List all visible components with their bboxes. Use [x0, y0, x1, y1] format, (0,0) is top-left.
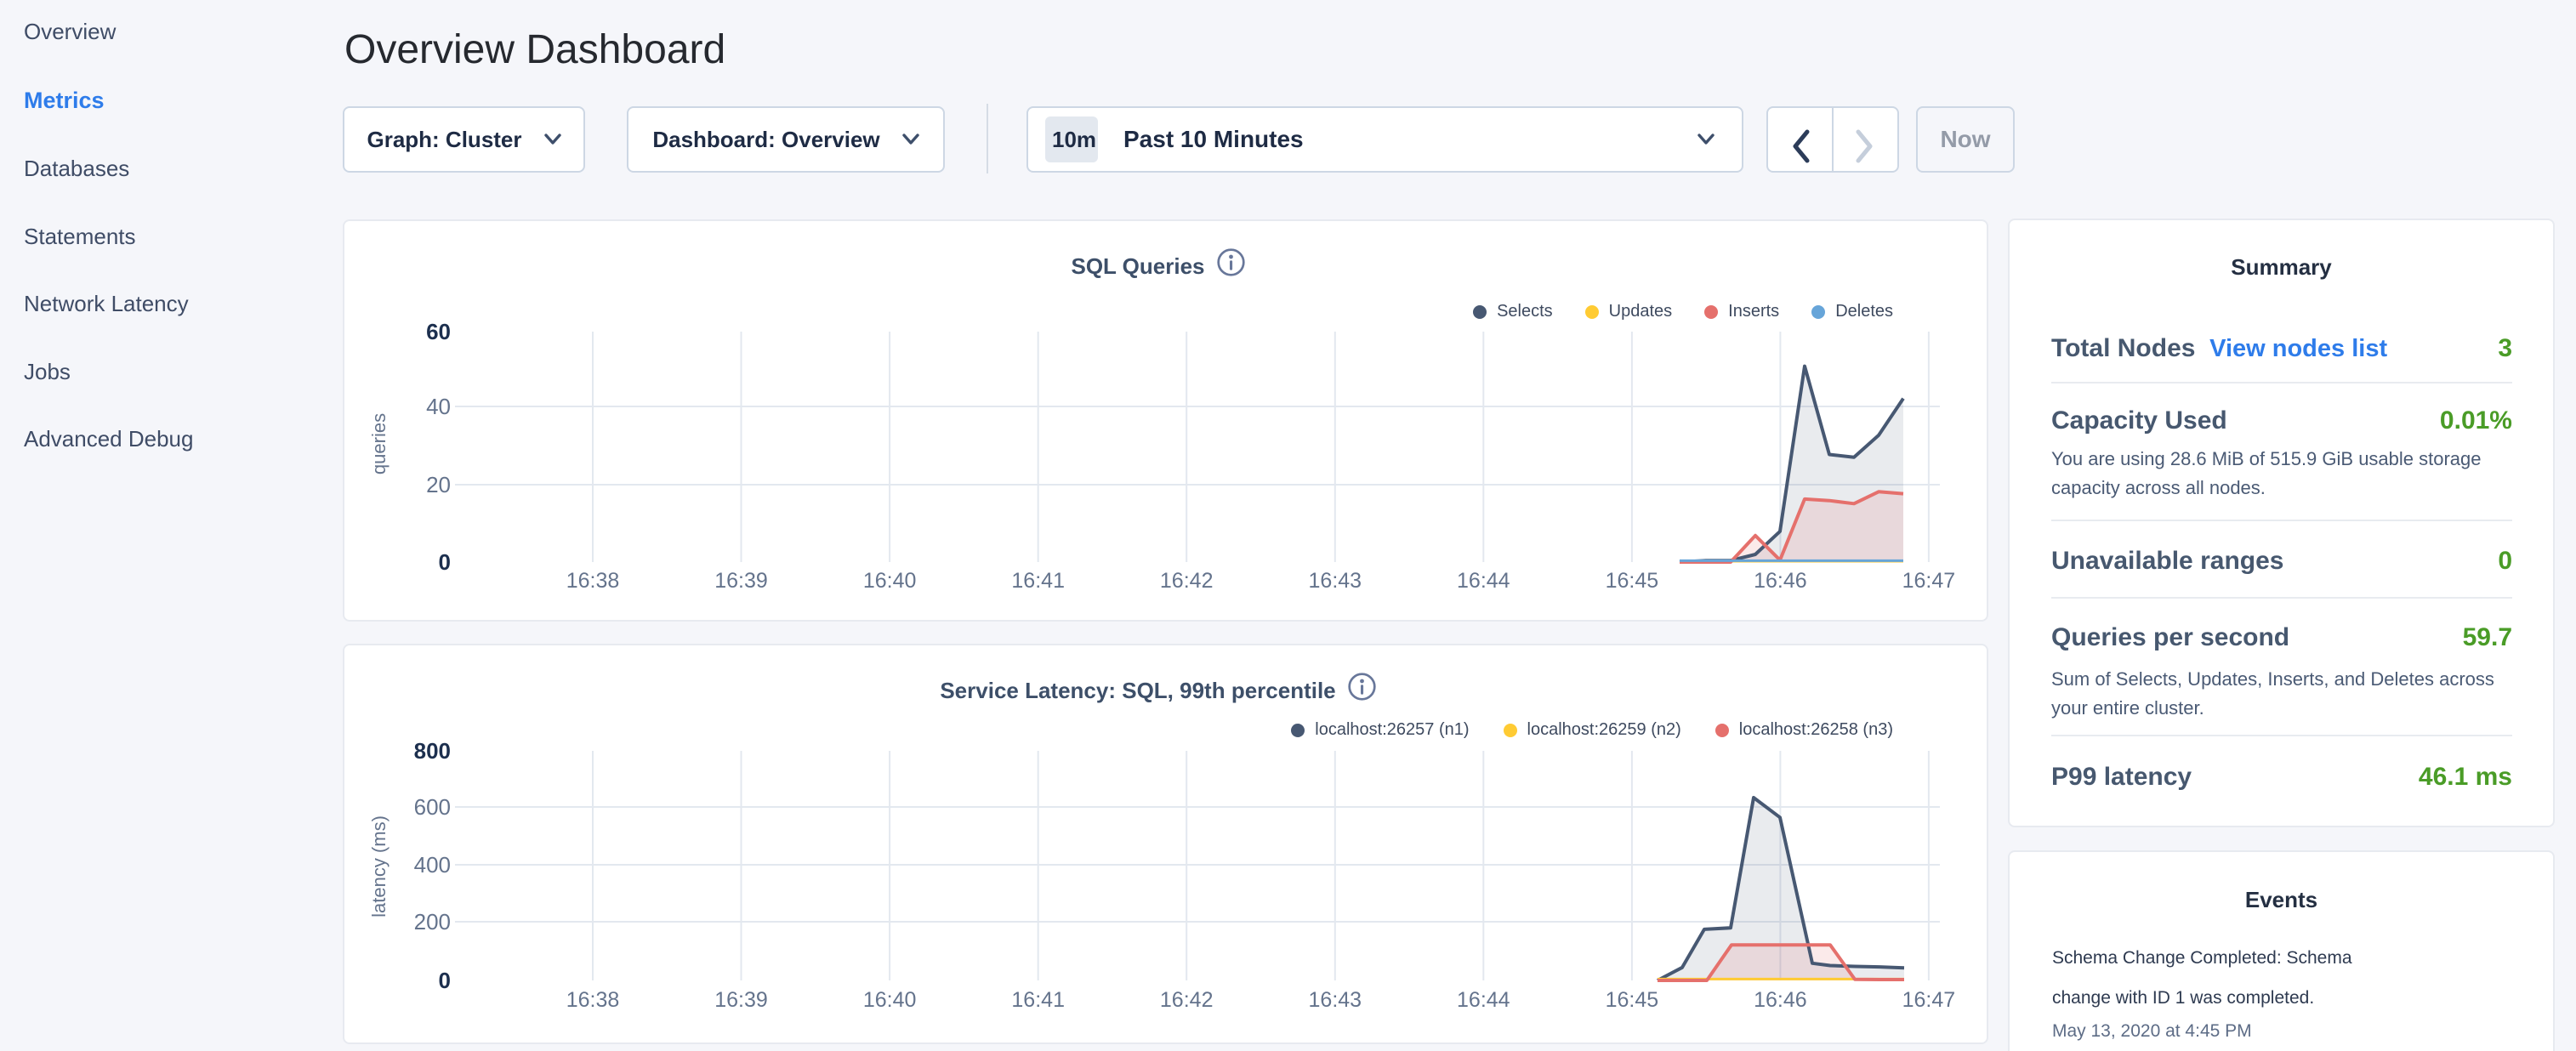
svg-text:20: 20 — [426, 472, 451, 497]
svg-text:16:39: 16:39 — [714, 988, 768, 1012]
svg-text:400: 400 — [414, 852, 451, 878]
svg-text:600: 600 — [414, 794, 451, 820]
svg-text:16:40: 16:40 — [863, 569, 917, 593]
svg-text:16:38: 16:38 — [566, 569, 620, 593]
svg-text:16:40: 16:40 — [863, 988, 917, 1012]
svg-text:16:46: 16:46 — [1754, 569, 1807, 593]
svg-text:16:38: 16:38 — [566, 988, 620, 1012]
svg-text:16:45: 16:45 — [1606, 569, 1659, 593]
svg-text:40: 40 — [426, 394, 451, 419]
svg-text:16:41: 16:41 — [1011, 569, 1065, 593]
svg-text:16:42: 16:42 — [1160, 569, 1214, 593]
svg-text:16:45: 16:45 — [1606, 988, 1659, 1012]
svg-text:latency (ms): latency (ms) — [368, 815, 390, 917]
svg-text:16:43: 16:43 — [1309, 988, 1362, 1012]
svg-text:200: 200 — [414, 909, 451, 935]
svg-text:16:42: 16:42 — [1160, 988, 1214, 1012]
svg-text:16:44: 16:44 — [1457, 569, 1510, 593]
svg-text:800: 800 — [414, 738, 451, 764]
svg-text:16:44: 16:44 — [1457, 988, 1510, 1012]
svg-text:16:47: 16:47 — [1902, 988, 1956, 1012]
svg-text:queries: queries — [368, 413, 390, 474]
svg-text:0: 0 — [439, 968, 451, 993]
svg-text:60: 60 — [426, 319, 451, 344]
svg-text:16:43: 16:43 — [1309, 569, 1362, 593]
svg-text:16:47: 16:47 — [1902, 569, 1956, 593]
svg-text:16:39: 16:39 — [714, 569, 768, 593]
svg-text:16:41: 16:41 — [1011, 988, 1065, 1012]
svg-text:0: 0 — [439, 549, 451, 575]
svg-text:16:46: 16:46 — [1754, 988, 1807, 1012]
